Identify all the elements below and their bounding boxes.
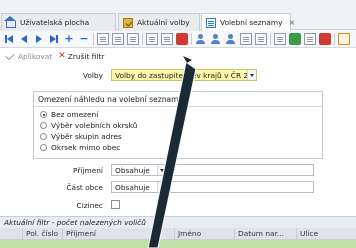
cast-obce-label: Část obce xyxy=(66,183,103,192)
import-icon[interactable] xyxy=(176,33,188,45)
tab-label: Aktuální volby xyxy=(137,18,190,27)
radio-dot[interactable] xyxy=(40,133,47,140)
cast-obce-input[interactable] xyxy=(170,181,314,193)
previous-record-icon[interactable] xyxy=(18,33,30,45)
column-header-ulice[interactable]: Ulice xyxy=(296,228,356,240)
toolbar-separator xyxy=(93,33,94,45)
radio-bez-omezeni[interactable]: Bez omezení xyxy=(40,110,98,119)
cast-obce-operator-select[interactable]: Obsahuje xyxy=(111,181,167,193)
volby-label: Volby xyxy=(82,71,103,80)
volby-select[interactable]: Volby do zastupitelstev krajů v ČR 2024 xyxy=(111,69,257,81)
home-icon xyxy=(4,15,16,28)
radio-dot[interactable] xyxy=(40,111,47,118)
cizinec-label: Cizinec xyxy=(76,201,103,210)
tab-uzivatelska-plocha[interactable]: Uživatelská plocha xyxy=(1,13,116,31)
report-blue-icon[interactable] xyxy=(304,33,316,45)
tab-volebni-seznamy[interactable]: Volební seznamy × xyxy=(201,13,295,31)
radio-dot[interactable] xyxy=(40,144,47,151)
table-row[interactable] xyxy=(0,240,356,248)
grid-header: Pol. číslo Příjmení Jméno Datum nar... U… xyxy=(0,228,356,240)
person-remove-icon[interactable] xyxy=(225,33,237,45)
radio-vyber-skupin-adres[interactable]: Výběr skupin adres xyxy=(40,132,122,141)
divider xyxy=(34,106,322,107)
radio-label: Bez omezení xyxy=(51,110,99,119)
export-icon[interactable] xyxy=(161,33,173,45)
expand-icon[interactable] xyxy=(112,33,124,45)
toolbar-separator xyxy=(142,33,143,45)
person-add-icon[interactable] xyxy=(210,33,222,45)
close-icon[interactable]: × xyxy=(288,18,295,27)
close-icon: ✕ xyxy=(58,51,66,61)
clear-filter-label: Zrušit filtr xyxy=(67,51,105,61)
volby-value: Volby do zastupitelstev krajů v ČR 2024 xyxy=(115,70,257,80)
tab-label: Uživatelská plocha xyxy=(20,18,90,27)
column-header-datum-narozeni[interactable]: Datum nar... xyxy=(234,228,296,240)
radio-dot[interactable] xyxy=(40,122,47,129)
radio-label: Okrsek mimo obec xyxy=(51,143,121,152)
chevron-down-icon[interactable] xyxy=(157,182,166,192)
column-header-prijmeni[interactable]: Příjmení xyxy=(62,228,174,240)
radio-vyber-okrsku[interactable]: Výběr volebních okrsků xyxy=(40,121,137,130)
checkmark-icon xyxy=(5,50,15,60)
group-title: Omezení náhledu na volební seznam xyxy=(38,95,179,104)
refresh-icon[interactable] xyxy=(240,33,252,45)
tab-aktualni-volby[interactable]: Aktuální volby xyxy=(118,13,200,31)
chevron-down-icon[interactable] xyxy=(247,70,256,80)
clear-filter-button[interactable]: ✕ Zrušit filtr xyxy=(58,51,104,61)
filter-icon[interactable] xyxy=(146,33,158,45)
last-record-icon[interactable] xyxy=(48,33,60,45)
person-icon[interactable] xyxy=(195,33,207,45)
preview-restriction-group: Omezení náhledu na volební seznam Bez om… xyxy=(33,91,323,159)
toolbar-separator xyxy=(191,33,192,45)
operator-value: Obsahuje xyxy=(115,165,150,175)
prijmeni-input[interactable] xyxy=(170,164,314,176)
filter-actions: Aplikovat ✕ Zrušit filtr xyxy=(0,48,356,64)
prijmeni-label: Příjmení xyxy=(73,166,103,175)
grid-corner xyxy=(0,228,22,240)
filter-status-text: Aktuální filtr - počet nalezených voličů xyxy=(4,218,146,227)
columns-icon[interactable] xyxy=(127,33,139,45)
filter-status-bar: Aktuální filtr - počet nalezených voličů xyxy=(0,216,356,228)
chevron-down-icon[interactable] xyxy=(157,165,166,175)
report-green-icon[interactable] xyxy=(289,33,301,45)
print-preview-icon[interactable] xyxy=(274,33,286,45)
prijmeni-operator-select[interactable]: Obsahuje xyxy=(111,164,167,176)
first-record-icon[interactable] xyxy=(3,33,15,45)
add-record-icon[interactable]: + xyxy=(63,33,75,45)
column-header-pol-cislo[interactable]: Pol. číslo xyxy=(22,228,62,240)
list-icon xyxy=(206,17,216,28)
record-toolbar: + − xyxy=(0,31,356,48)
copy-icon[interactable] xyxy=(255,33,267,45)
tab-bar: Uživatelská plocha Aktuální volby Volebn… xyxy=(0,0,356,31)
delete-record-icon[interactable]: − xyxy=(78,33,90,45)
apply-filter-label: Aplikovat xyxy=(18,51,53,61)
radio-label: Výběr skupin adres xyxy=(51,132,122,141)
grid-options-icon[interactable] xyxy=(97,33,109,45)
report-red-icon[interactable] xyxy=(319,33,331,45)
radio-okrsek-mimo-obec[interactable]: Okrsek mimo obec xyxy=(40,143,120,152)
toolbar-separator xyxy=(270,33,271,45)
print-icon[interactable] xyxy=(338,33,350,45)
operator-value: Obsahuje xyxy=(115,182,150,192)
tab-label: Volební seznamy xyxy=(220,18,283,27)
toolbar-separator xyxy=(334,33,335,45)
column-header-jmeno[interactable]: Jméno xyxy=(174,228,234,240)
next-record-icon[interactable] xyxy=(33,33,45,45)
cizinec-checkbox[interactable] xyxy=(111,200,120,209)
radio-label: Výběr volebních okrsků xyxy=(51,121,138,130)
apply-filter-button[interactable]: Aplikovat xyxy=(5,50,53,61)
ballot-icon xyxy=(123,17,133,28)
